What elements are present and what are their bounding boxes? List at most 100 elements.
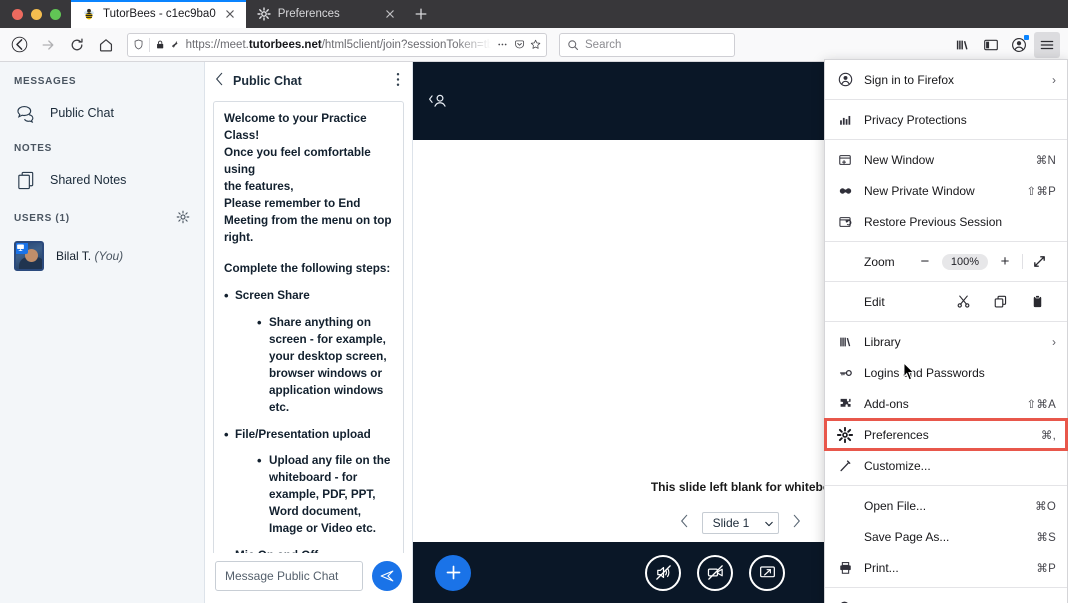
menu-item-library[interactable]: Library › (825, 326, 1067, 357)
menu-item-logins-and-passwords[interactable]: Logins and Passwords (825, 357, 1067, 388)
list-item: Screen Share Share anything on screen - … (224, 287, 393, 417)
menu-item-add-ons[interactable]: Add-ons ⇧⌘A (825, 388, 1067, 419)
slide-next-button[interactable] (792, 514, 801, 532)
slide-selector[interactable]: Slide 1 (701, 512, 780, 534)
account-button[interactable] (1006, 32, 1032, 58)
media-controls (645, 554, 785, 591)
library-button[interactable] (950, 32, 976, 58)
private-mask-icon (837, 184, 853, 198)
menu-item-shortcut: ⌘P (1036, 562, 1056, 575)
reload-button[interactable] (64, 32, 90, 58)
close-window-button[interactable] (12, 9, 23, 20)
menu-item-shortcut: ⇧⌘A (1026, 398, 1056, 411)
hamburger-menu-icon (1040, 40, 1054, 49)
new-tab-button[interactable] (406, 0, 436, 28)
clipboard-icon[interactable] (1019, 294, 1056, 309)
forward-button[interactable] (35, 32, 61, 58)
audio-toggle-button[interactable] (645, 554, 681, 591)
screen-share-button[interactable] (749, 554, 785, 591)
menu-item-shortcut: ⌘O (1035, 500, 1056, 513)
close-icon[interactable] (383, 7, 397, 21)
notes-section-header: NOTES (14, 143, 52, 154)
shield-icon[interactable] (133, 38, 144, 51)
padlock-icon[interactable] (155, 38, 165, 51)
copy-icon[interactable] (982, 294, 1019, 309)
sidebar-button[interactable] (978, 32, 1004, 58)
list-item: Share anything on screen - for example, … (257, 314, 393, 417)
menu-item-preferences[interactable]: Preferences ⌘, (824, 418, 1068, 451)
speaker-muted-icon (655, 565, 671, 580)
chat-message-input[interactable]: Message Public Chat (215, 561, 363, 591)
close-icon[interactable] (223, 7, 237, 21)
hamburger-menu-button[interactable] (1034, 31, 1060, 58)
zoom-out-button[interactable]: − (908, 253, 942, 270)
menu-item-label: Logins and Passwords (864, 365, 985, 380)
scissors-icon[interactable] (945, 294, 982, 309)
menu-item-new-window[interactable]: New Window ⌘N (825, 144, 1067, 175)
add-content-button[interactable] (435, 554, 471, 591)
slide-prev-button[interactable] (680, 514, 689, 532)
collapse-user-icon[interactable] (427, 91, 453, 111)
zoom-level-value[interactable]: 100% (941, 253, 988, 270)
tracking-protection-off-icon[interactable] (170, 38, 180, 51)
minimize-window-button[interactable] (31, 9, 42, 20)
chat-title: Public Chat (233, 73, 302, 88)
users-section-header: USERS (1) (0, 210, 204, 227)
send-paper-plane-icon (380, 570, 394, 582)
gear-icon (837, 426, 853, 443)
sidebar-item-public-chat[interactable]: Public Chat (0, 96, 204, 130)
menu-item-label: Library (864, 334, 901, 349)
plus-icon (415, 8, 427, 20)
app-sidebar: MESSAGES Public Chat NOTES Shared Notes … (0, 62, 205, 603)
menu-zoom-row: Zoom − 100% + (825, 246, 1067, 277)
sidebar-item-label: Shared Notes (50, 173, 127, 187)
chat-footer: Message Public Chat (205, 553, 412, 603)
zoom-label: Zoom (864, 254, 895, 269)
kebab-menu-icon[interactable] (396, 72, 400, 89)
menu-item-new-private-window[interactable]: New Private Window ⇧⌘P (825, 175, 1067, 206)
tab-title: Preferences (277, 8, 340, 20)
tab-title: TutorBees - c1ec9ba0 (103, 8, 216, 20)
menu-item-save-page-as[interactable]: Save Page As... ⌘S (825, 521, 1067, 552)
menu-item-label: Restore Previous Session (864, 214, 1003, 229)
maximize-window-button[interactable] (50, 9, 61, 20)
user-list-item[interactable]: Bilal T. (You) (0, 236, 204, 276)
tab-tutorbees[interactable]: TutorBees - c1ec9ba0 (71, 0, 246, 28)
search-input[interactable]: Search (559, 32, 735, 57)
chevron-left-icon[interactable] (215, 72, 224, 89)
menu-item-find-in-this-page[interactable]: Find in This Page... ⌘F (825, 592, 1067, 603)
gear-icon[interactable] (176, 210, 190, 227)
slide-label: Slide 1 (712, 516, 750, 530)
users-header-label: USERS (1) (14, 213, 70, 224)
sidebar-item-shared-notes[interactable]: Shared Notes (0, 163, 204, 197)
menu-item-print[interactable]: Print... ⌘P (825, 552, 1067, 583)
msg-bullet-list: Screen Share Share anything on screen - … (224, 287, 393, 553)
menu-item-shortcut: ⌘, (1040, 429, 1056, 442)
send-message-button[interactable] (372, 561, 402, 591)
edit-label: Edit (864, 294, 885, 309)
key-icon (837, 366, 853, 380)
menu-edit-row: Edit (825, 286, 1067, 317)
menu-item-sign-in-to-firefox[interactable]: Sign in to Firefox › (825, 64, 1067, 95)
home-button[interactable] (93, 32, 119, 58)
video-toggle-button[interactable] (697, 554, 733, 591)
chevron-down-icon[interactable] (765, 516, 774, 530)
fullscreen-icon[interactable] (1022, 254, 1056, 269)
search-icon (568, 39, 579, 50)
ellipsis-icon[interactable] (496, 38, 509, 51)
chat-header: Public Chat (205, 62, 412, 97)
back-button[interactable] (6, 32, 32, 58)
menu-item-privacy-protections[interactable]: Privacy Protections (825, 104, 1067, 135)
menu-item-open-file[interactable]: Open File... ⌘O (825, 490, 1067, 521)
zoom-in-button[interactable]: + (988, 253, 1022, 270)
menu-item-restore-previous-session[interactable]: Restore Previous Session (825, 206, 1067, 237)
list-item: Upload any file on the whiteboard - for … (257, 452, 393, 538)
chat-messages[interactable]: Welcome to your Practice Class! Once you… (205, 97, 412, 553)
menu-item-customize[interactable]: Customize... (825, 450, 1067, 481)
zoom-operations: − 100% + (908, 253, 1056, 270)
star-icon[interactable] (530, 38, 541, 51)
url-bar[interactable]: https://meet.tutorbees.net/html5client/j… (127, 32, 547, 57)
tab-preferences[interactable]: Preferences (246, 0, 406, 28)
pocket-icon[interactable] (514, 38, 525, 51)
